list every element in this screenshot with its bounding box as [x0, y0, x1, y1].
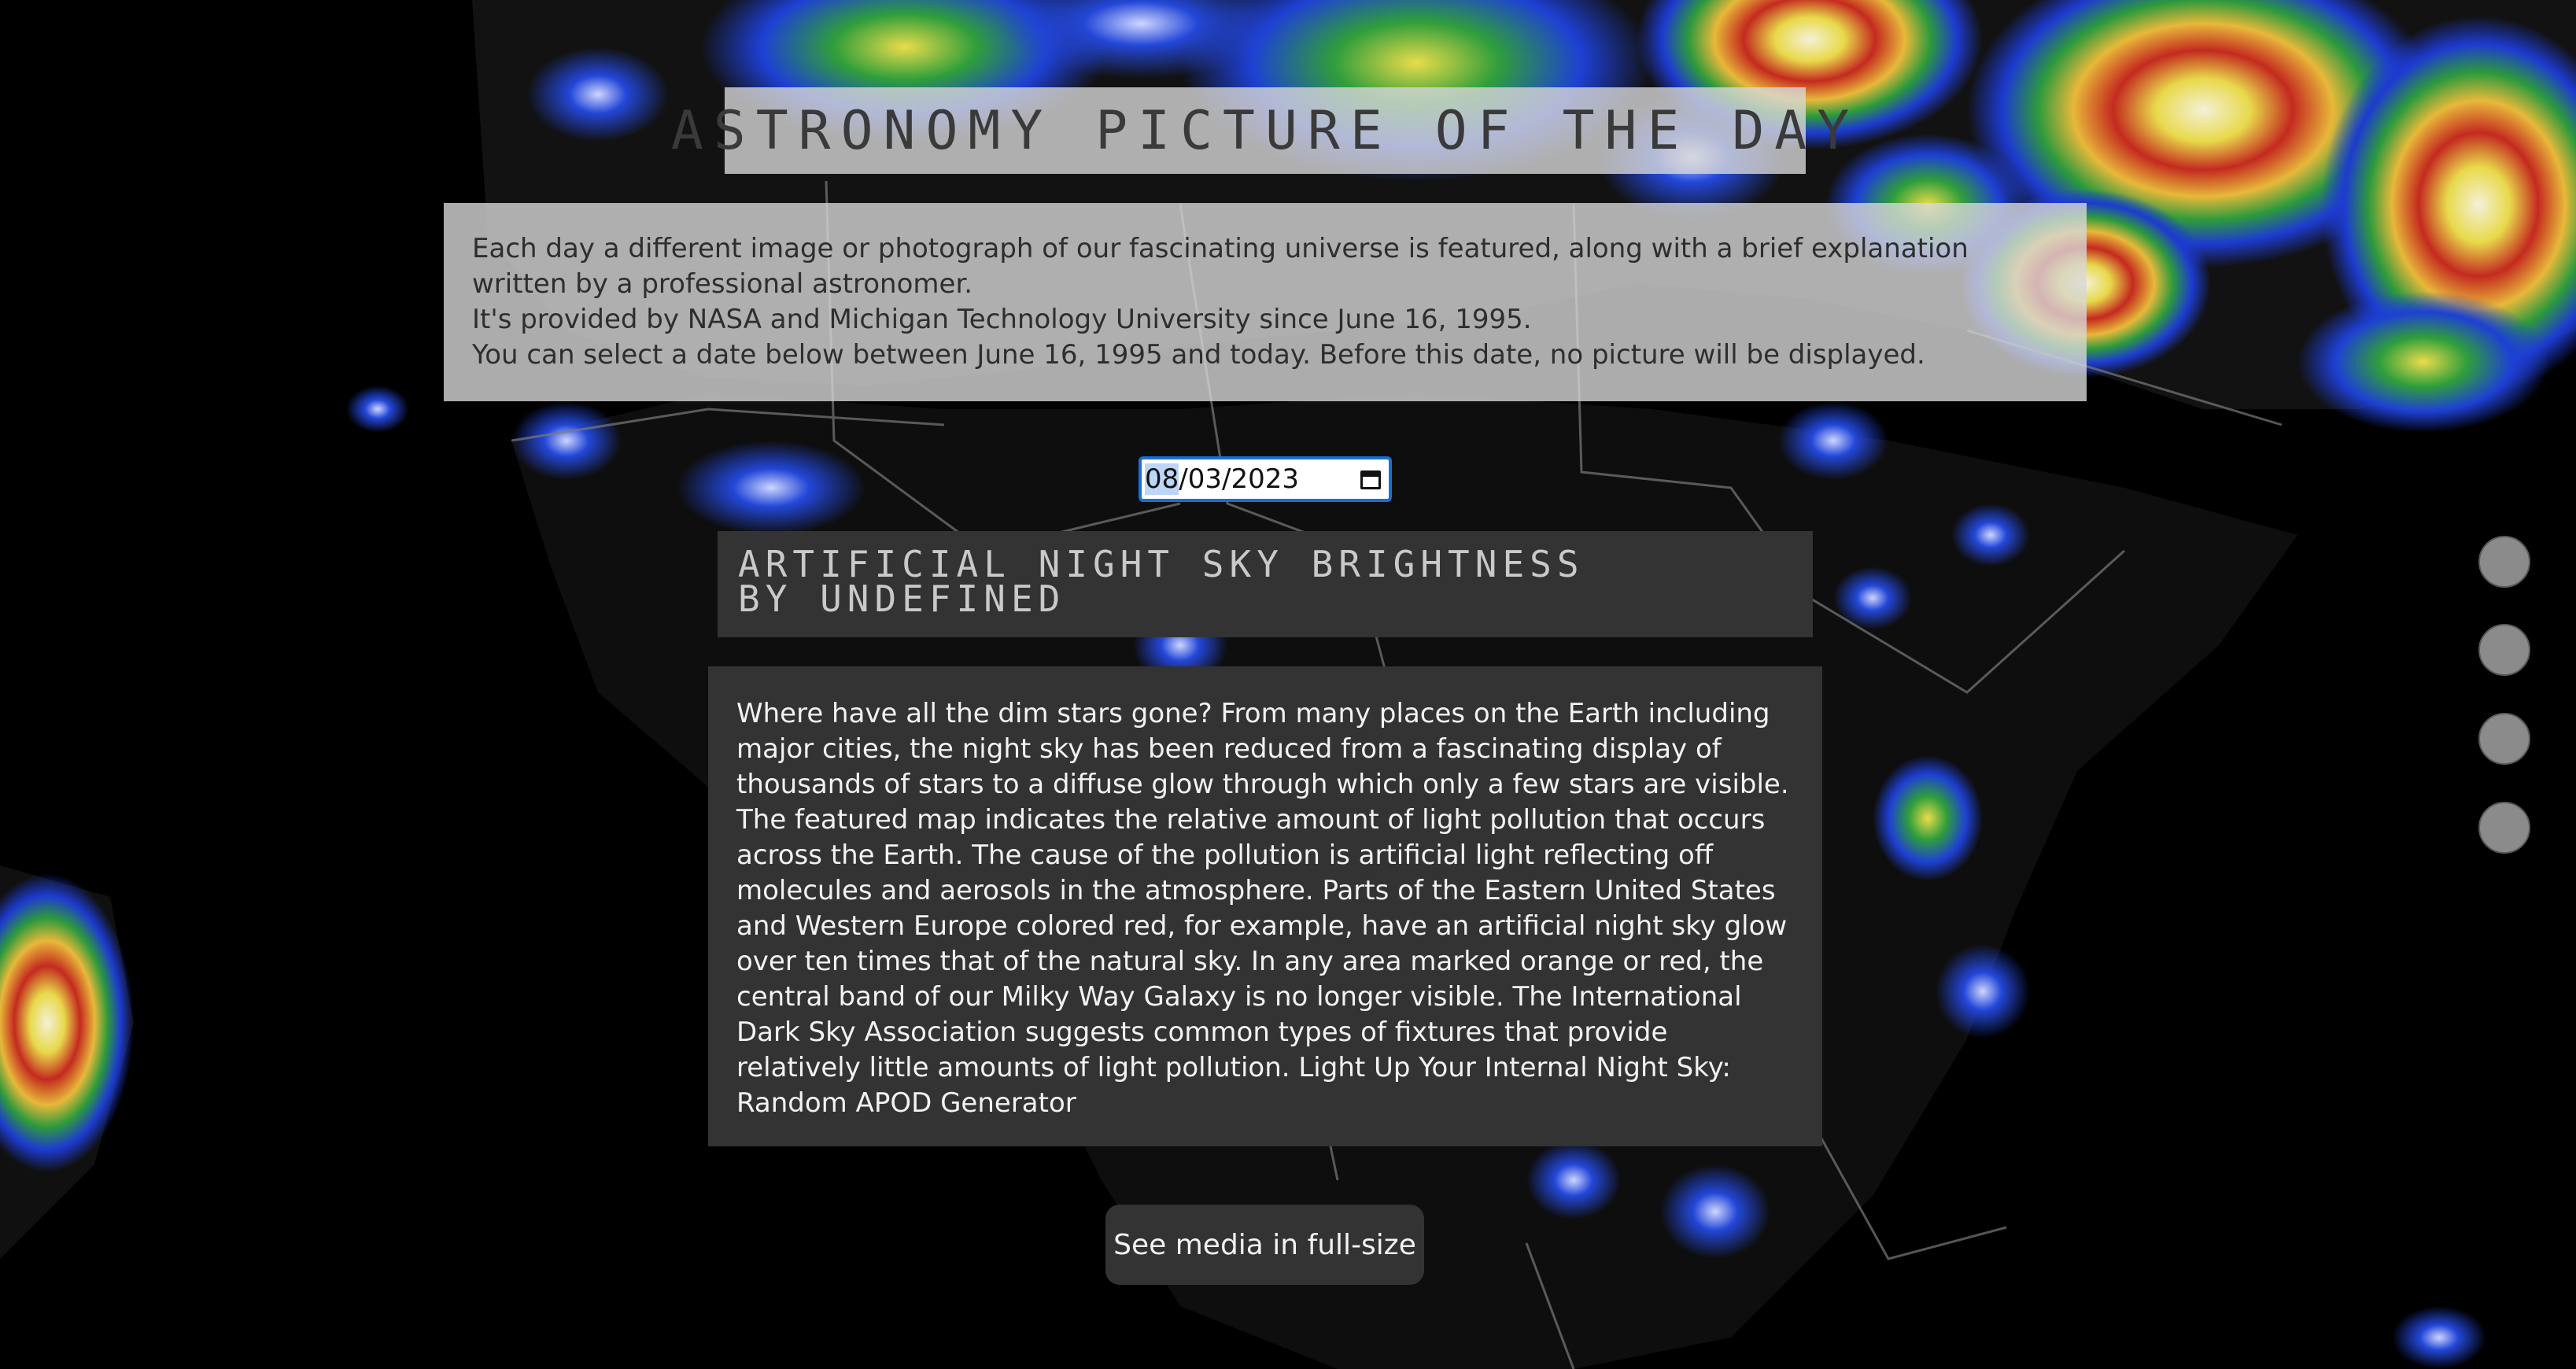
side-nav-dot-3[interactable]: [2478, 713, 2530, 765]
intro-date-hint: You can select a date below between June…: [472, 339, 1925, 371]
post-explanation: Where have all the dim stars gone? From …: [708, 666, 1822, 1146]
calendar-icon[interactable]: [1359, 466, 1384, 493]
side-nav-dot-1[interactable]: [2478, 536, 2530, 588]
intro-description: Each day a different image or photograph…: [472, 233, 1969, 300]
post-title-panel: Artificial Night Sky Brightness by undef…: [718, 531, 1813, 637]
see-full-size-button[interactable]: See media in full-size: [1105, 1205, 1424, 1285]
side-nav-dot-2[interactable]: [2478, 624, 2530, 676]
intro-panel: Each day a different image or photograph…: [444, 203, 2087, 401]
side-nav-dot-4[interactable]: [2478, 802, 2530, 854]
post-title: Artificial Night Sky Brightness: [738, 543, 1585, 585]
page-title: ASTRONOMY PICTURE OF THE DAY: [670, 99, 1860, 162]
date-picker-input[interactable]: 08 /03/2023: [1139, 456, 1392, 502]
intro-source: It's provided by NASA and Michigan Techn…: [472, 304, 1532, 335]
date-day-year-segment[interactable]: /03/2023: [1179, 463, 1299, 495]
post-byline: by undefined: [738, 577, 1066, 620]
date-month-segment[interactable]: 08: [1145, 463, 1179, 495]
page-title-panel: ASTRONOMY PICTURE OF THE DAY: [671, 87, 1849, 174]
